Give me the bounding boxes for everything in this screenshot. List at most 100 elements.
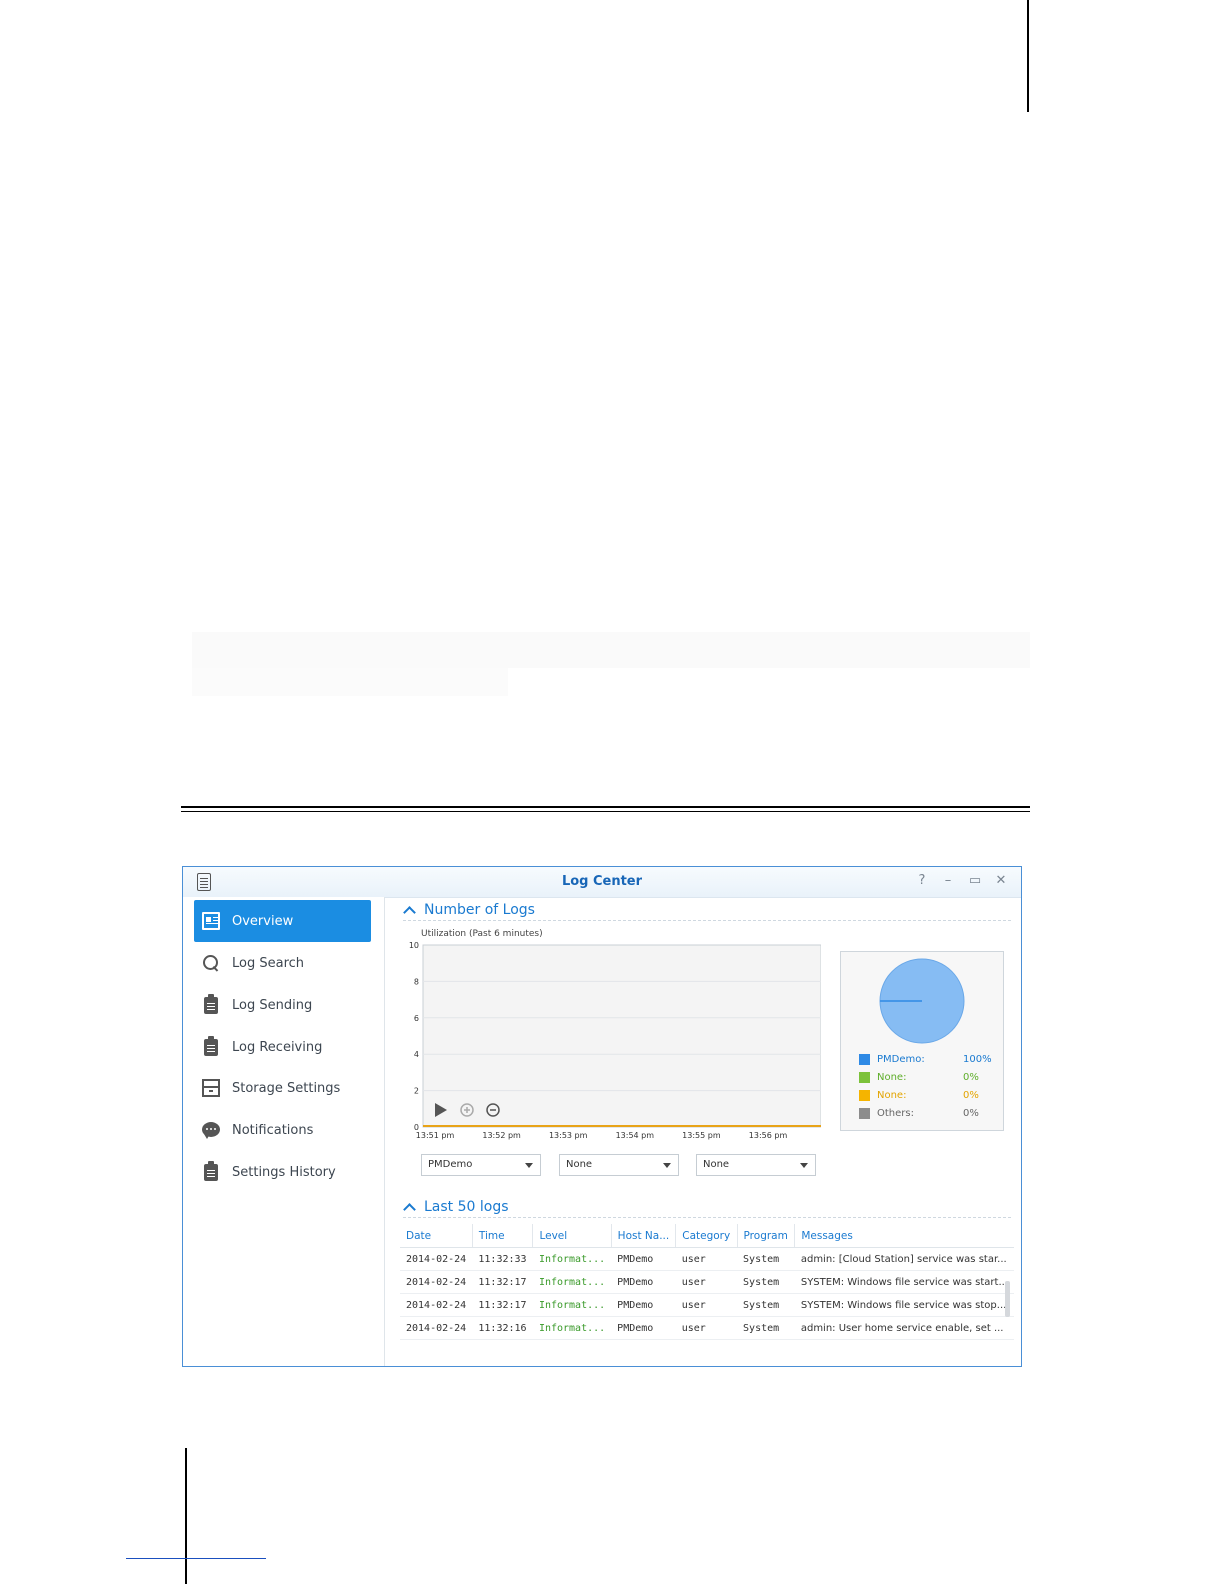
- section-divider: [181, 806, 1030, 812]
- close-icon[interactable]: ✕: [994, 874, 1008, 888]
- log-center-window: Log Center ? – ▭ ✕ Overview Log Search L…: [182, 866, 1022, 1367]
- sidebar-item-label: Log Receiving: [232, 1039, 323, 1055]
- legend-item: None: 0%: [859, 1072, 999, 1083]
- cell-message: admin: [Cloud Station] service was star.…: [794, 1247, 1014, 1271]
- x-tick-label: 13:53 pm: [549, 1131, 588, 1140]
- sidebar-item-storage-settings[interactable]: Storage Settings: [194, 1067, 371, 1109]
- footer-rule: [126, 1558, 266, 1559]
- section-title: Last 50 logs: [424, 1199, 509, 1215]
- legend-label: PMDemo:: [877, 1054, 925, 1065]
- cell-level: Informat...: [532, 1270, 612, 1294]
- sidebar-item-label: Settings History: [232, 1164, 336, 1180]
- cell-time: 11:32:17: [472, 1293, 533, 1317]
- cell-date: 2014-02-24: [400, 1270, 473, 1294]
- minimize-icon[interactable]: –: [941, 874, 955, 888]
- faded-band: [192, 632, 1030, 668]
- cell-message: admin: User home service enable, set ...: [794, 1316, 1014, 1340]
- cell-host: PMDemo: [611, 1293, 676, 1317]
- main-panel: Number of Logs Utilization (Past 6 minut…: [385, 897, 1021, 1366]
- cell-program: System: [737, 1247, 795, 1271]
- y-tick-label: 6: [414, 1014, 419, 1023]
- column-header-category[interactable]: Category: [675, 1224, 738, 1248]
- dropdown-value: None: [703, 1159, 730, 1170]
- legend-item: None: 0%: [859, 1090, 999, 1101]
- maximize-icon[interactable]: ▭: [968, 874, 982, 888]
- title-bar: Log Center ? – ▭ ✕: [183, 867, 1021, 898]
- sidebar-item-log-receiving[interactable]: Log Receiving: [194, 1026, 371, 1068]
- cell-level: Informat...: [532, 1247, 612, 1271]
- cell-date: 2014-02-24: [400, 1293, 473, 1317]
- cell-category: user: [675, 1293, 738, 1317]
- last-logs-header[interactable]: Last 50 logs: [403, 1199, 509, 1216]
- help-icon[interactable]: ?: [915, 874, 929, 888]
- cell-date: 2014-02-24: [400, 1316, 473, 1340]
- table-scrollbar[interactable]: [1005, 1281, 1010, 1317]
- cell-level: Informat...: [532, 1316, 612, 1340]
- faded-band: [192, 668, 508, 696]
- plot-area: [422, 944, 821, 1128]
- legend-label: None:: [877, 1072, 907, 1083]
- host-dropdown-2[interactable]: None: [559, 1154, 679, 1176]
- sidebar-item-log-sending[interactable]: Log Sending: [194, 984, 371, 1026]
- x-tick-label: 13:55 pm: [682, 1131, 721, 1140]
- sidebar-item-settings-history[interactable]: Settings History: [194, 1151, 371, 1193]
- x-tick-label: 13:54 pm: [616, 1131, 655, 1140]
- dropdown-value: None: [566, 1159, 593, 1170]
- section-divider: [403, 1217, 1011, 1218]
- sidebar-item-label: Storage Settings: [232, 1080, 341, 1096]
- legend-percent: 0%: [963, 1090, 979, 1101]
- number-of-logs-header[interactable]: Number of Logs: [403, 902, 535, 919]
- cell-program: System: [737, 1293, 795, 1317]
- y-tick-label: 2: [414, 1087, 419, 1096]
- legend-label: None:: [877, 1090, 907, 1101]
- page-margin-rule: [185, 1448, 187, 1584]
- column-header-date[interactable]: Date: [400, 1224, 473, 1248]
- search-icon: [202, 954, 220, 972]
- sidebar-item-log-search[interactable]: Log Search: [194, 942, 371, 984]
- legend-item: Others: 0%: [859, 1108, 999, 1119]
- section-divider: [403, 920, 1011, 921]
- column-header-program[interactable]: Program: [737, 1224, 796, 1248]
- table-row[interactable]: 2014-02-24 11:32:33 Informat... PMDemo u…: [400, 1247, 1014, 1271]
- pie-chart: [879, 958, 965, 1044]
- sidebar-item-overview[interactable]: Overview: [194, 900, 371, 942]
- cell-host: PMDemo: [611, 1247, 676, 1271]
- cell-category: user: [675, 1247, 738, 1271]
- storage-icon: [202, 1079, 220, 1097]
- cell-host: PMDemo: [611, 1270, 676, 1294]
- chat-bubble-icon: [202, 1121, 220, 1139]
- legend-swatch: [859, 1108, 870, 1119]
- table-row[interactable]: 2014-02-24 11:32:16 Informat... PMDemo u…: [400, 1316, 1014, 1340]
- y-tick-label: 4: [414, 1050, 419, 1059]
- column-header-messages[interactable]: Messages: [794, 1224, 1014, 1248]
- legend-swatch: [859, 1054, 870, 1065]
- column-header-level[interactable]: Level: [532, 1224, 612, 1248]
- x-tick-label: 13:52 pm: [482, 1131, 521, 1140]
- cell-time: 11:32:33: [472, 1247, 533, 1271]
- clipboard-upload-icon: [204, 993, 218, 1014]
- table-header-row: Date Time Level Host Na... Category Prog…: [400, 1224, 1014, 1248]
- section-title: Number of Logs: [424, 902, 535, 918]
- legend-percent: 0%: [963, 1108, 979, 1119]
- overview-icon: [202, 912, 220, 930]
- cell-host: PMDemo: [611, 1316, 676, 1340]
- legend-item: PMDemo: 100%: [859, 1054, 999, 1065]
- column-header-time[interactable]: Time: [472, 1224, 534, 1248]
- chevron-down-icon: [663, 1163, 671, 1168]
- cell-message: SYSTEM: Windows file service was stop...: [794, 1293, 1014, 1317]
- chevron-up-icon: [403, 1202, 416, 1216]
- cell-date: 2014-02-24: [400, 1247, 473, 1271]
- cell-program: System: [737, 1316, 795, 1340]
- sidebar-item-notifications[interactable]: Notifications: [194, 1109, 371, 1151]
- cell-program: System: [737, 1270, 795, 1294]
- host-dropdown-3[interactable]: None: [696, 1154, 816, 1176]
- host-dropdown-1[interactable]: PMDemo: [421, 1154, 541, 1176]
- table-row[interactable]: 2014-02-24 11:32:17 Informat... PMDemo u…: [400, 1293, 1014, 1317]
- clipboard-download-icon: [204, 1035, 218, 1056]
- window-title: Log Center: [561, 874, 643, 889]
- clipboard-list-icon: [204, 1160, 218, 1181]
- table-row[interactable]: 2014-02-24 11:32:17 Informat... PMDemo u…: [400, 1270, 1014, 1294]
- cell-category: user: [675, 1316, 738, 1340]
- column-header-host[interactable]: Host Na...: [611, 1224, 677, 1248]
- sidebar: Overview Log Search Log Sending Log Rece…: [183, 897, 385, 1366]
